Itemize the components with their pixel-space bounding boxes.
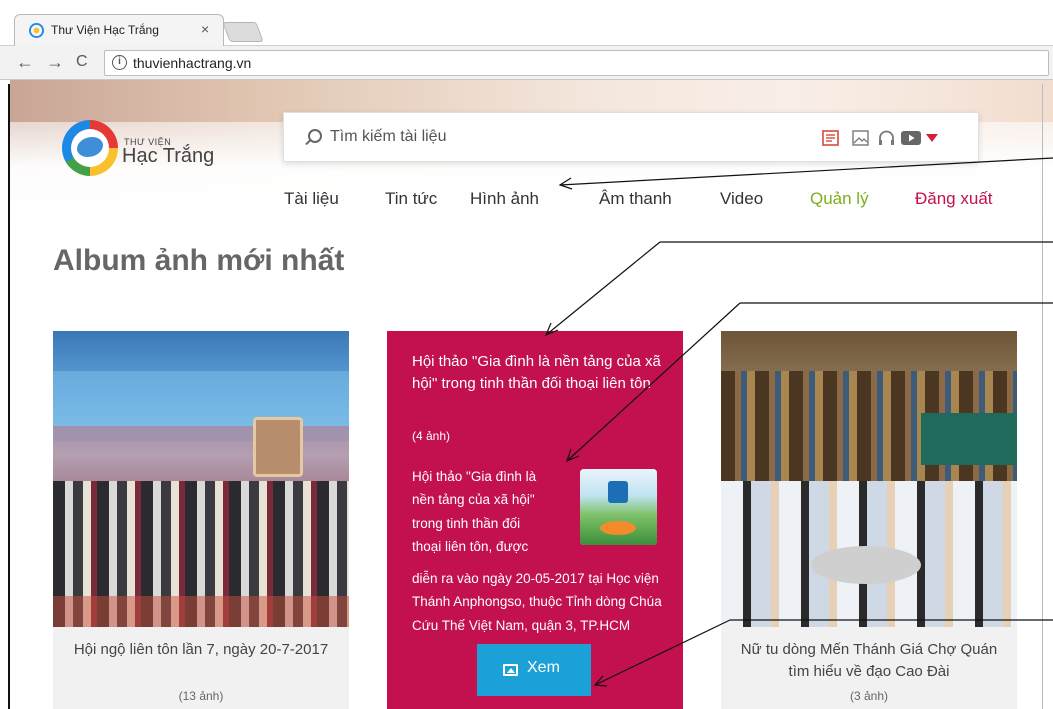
album-photo-3[interactable]	[721, 331, 1017, 627]
album-caption-1: Hội ngộ liên tôn lần 7, ngày 20-7-2017 (…	[53, 627, 349, 709]
nav-audio[interactable]: Âm thanh	[599, 189, 672, 209]
headphones-icon[interactable]	[878, 130, 895, 146]
site-favicon-icon	[29, 23, 44, 38]
album-feature-card[interactable]: Hội thảo "Gia đình là nền tảng của xã hộ…	[387, 331, 683, 709]
image-icon	[503, 664, 518, 676]
new-tab-button[interactable]	[222, 22, 264, 42]
album-count-2: (4 ảnh)	[412, 429, 451, 443]
view-button-label: Xem	[527, 659, 560, 676]
search-box	[283, 112, 979, 162]
dropdown-caret-icon[interactable]	[926, 134, 938, 142]
browser-tab[interactable]: Thư Viện Hạc Trắng ×	[14, 14, 224, 46]
nav-documents[interactable]: Tài liệu	[284, 189, 339, 209]
album-desc-lines: Hội thảo "Gia đình là nền tảng của xã hộ…	[412, 469, 537, 555]
tab-close-icon[interactable]: ×	[201, 21, 209, 37]
nav-video[interactable]: Video	[720, 189, 763, 209]
album-title-3[interactable]: Nữ tu dòng Mến Thánh Giá Chợ Quán tìm hi…	[731, 639, 1007, 683]
url-text[interactable]: thuvienhactrang.vn	[133, 55, 251, 71]
browser-toolbar: ← → C i thuvienhactrang.vn	[0, 46, 1053, 80]
site-info-icon[interactable]: i	[112, 55, 127, 70]
logo-title[interactable]: Hạc Trắng	[122, 145, 214, 168]
album-count-1: (13 ảnh)	[178, 689, 224, 703]
image-icon[interactable]	[852, 130, 869, 146]
nav-images[interactable]: Hình ảnh	[470, 189, 539, 209]
view-album-button[interactable]: Xem	[477, 644, 591, 696]
reload-icon[interactable]: C	[76, 52, 88, 72]
album-desc-rest: diễn ra vào ngày 20-05-2017 tại Học viện…	[412, 571, 662, 633]
page-title: Album ảnh mới nhất	[53, 244, 345, 277]
nav-logout[interactable]: Đăng xuất	[915, 189, 993, 209]
search-icon[interactable]	[308, 129, 322, 143]
album-caption-3: Nữ tu dòng Mến Thánh Giá Chợ Quán tìm hi…	[721, 627, 1017, 709]
album-title-1[interactable]: Hội ngộ liên tôn lần 7, ngày 20-7-2017	[63, 639, 339, 661]
nav-manage[interactable]: Quản lý	[810, 189, 869, 209]
video-icon[interactable]	[901, 130, 921, 146]
nav-news[interactable]: Tin tức	[385, 189, 437, 209]
document-icon[interactable]	[822, 130, 839, 146]
search-input[interactable]	[330, 127, 810, 147]
album-title-2[interactable]: Hội thảo "Gia đình là nền tảng của xã hộ…	[412, 351, 662, 395]
forward-icon[interactable]: →	[46, 52, 64, 72]
address-bar[interactable]: i thuvienhactrang.vn	[104, 50, 1049, 76]
album-photo-1[interactable]	[53, 331, 349, 627]
frame-rule-left	[8, 84, 10, 709]
album-thumbnail[interactable]	[580, 469, 657, 545]
browser-tabstrip: Thư Viện Hạc Trắng ×	[0, 0, 1053, 46]
album-count-3: (3 ảnh)	[849, 689, 889, 703]
back-icon[interactable]: ←	[16, 52, 34, 72]
tab-title: Thư Viện Hạc Trắng	[51, 23, 159, 37]
frame-rule-right	[1042, 84, 1043, 709]
site-logo-icon[interactable]	[62, 120, 118, 176]
